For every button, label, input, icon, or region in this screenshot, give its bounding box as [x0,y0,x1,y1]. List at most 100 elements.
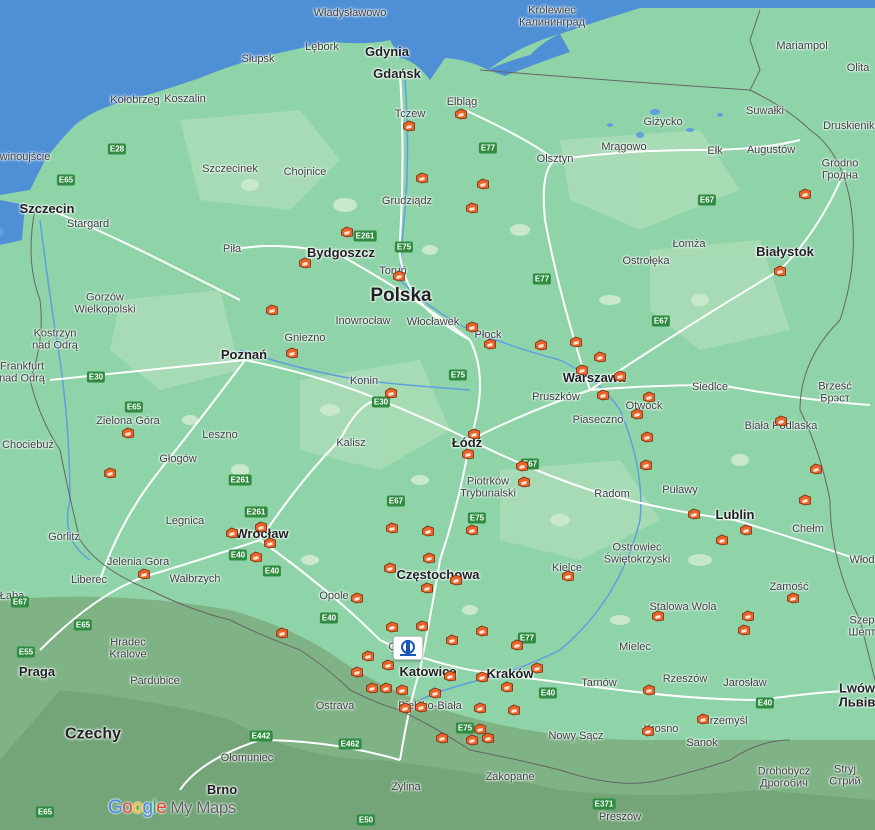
location-marker[interactable] [810,463,823,475]
location-marker[interactable] [576,364,589,376]
location-marker[interactable] [477,178,490,190]
location-marker[interactable] [429,687,442,699]
location-marker[interactable] [643,684,656,696]
location-marker[interactable] [385,387,398,399]
location-marker[interactable] [299,257,312,269]
city-label: Gdynia [364,44,410,60]
location-marker[interactable] [362,650,375,662]
city-label: Włocławek [406,316,460,329]
location-marker-special[interactable] [393,636,423,660]
location-marker[interactable] [643,391,656,403]
location-marker[interactable] [462,448,475,460]
location-marker[interactable] [688,508,701,520]
location-marker[interactable] [738,624,751,636]
location-marker[interactable] [642,725,655,737]
city-label: Stargard [66,218,110,231]
city-label: Ostrowiec Świętokrzyski [603,541,671,565]
location-marker[interactable] [446,634,459,646]
location-marker[interactable] [535,339,548,351]
location-marker[interactable] [476,625,489,637]
location-marker[interactable] [614,370,627,382]
location-marker[interactable] [597,389,610,401]
location-marker[interactable] [740,524,753,536]
location-marker[interactable] [450,574,463,586]
location-marker[interactable] [436,732,449,744]
road-shield: E77 [532,273,552,285]
location-marker[interactable] [516,460,529,472]
map-canvas[interactable]: Władysławowo Gdynia Gdańsk Lębork Słupsk Koło… [0,0,875,830]
location-marker[interactable] [501,681,514,693]
location-marker[interactable] [399,702,412,714]
location-marker[interactable] [444,670,457,682]
city-label: Kalisz [336,437,366,450]
city-label: Gniezno [284,332,326,345]
location-marker[interactable] [474,702,487,714]
location-marker[interactable] [266,304,279,316]
location-marker[interactable] [226,527,239,539]
location-marker[interactable] [570,336,583,348]
location-marker[interactable] [775,415,788,427]
factory-icon [643,391,655,403]
location-marker[interactable] [415,701,428,713]
location-marker[interactable] [286,347,299,359]
location-marker[interactable] [104,467,117,479]
location-marker[interactable] [787,592,800,604]
location-marker[interactable] [455,108,468,120]
location-marker[interactable] [508,704,521,716]
location-marker[interactable] [138,568,151,580]
location-marker[interactable] [468,428,481,440]
location-marker[interactable] [697,713,710,725]
road-shield: E67 [386,495,406,507]
location-marker[interactable] [774,265,787,277]
location-marker[interactable] [466,202,479,214]
location-marker[interactable] [393,270,406,282]
location-marker[interactable] [423,552,436,564]
location-marker[interactable] [421,582,434,594]
location-marker[interactable] [562,570,575,582]
location-marker[interactable] [384,562,397,574]
location-marker[interactable] [276,627,289,639]
location-marker[interactable] [416,620,429,632]
location-marker[interactable] [386,522,399,534]
location-marker[interactable] [531,662,544,674]
location-marker[interactable] [382,659,395,671]
location-marker[interactable] [652,610,665,622]
location-marker[interactable] [341,226,354,238]
road-shield: E65 [124,401,144,413]
location-marker[interactable] [466,734,479,746]
location-marker[interactable] [799,188,812,200]
location-marker[interactable] [416,172,429,184]
location-marker[interactable] [403,120,416,132]
location-marker[interactable] [518,476,531,488]
factory-icon [641,431,653,443]
city-label: Gorzów Wielkopolski [74,291,136,315]
location-marker[interactable] [641,431,654,443]
location-marker[interactable] [386,621,399,633]
location-marker[interactable] [366,682,379,694]
location-marker[interactable] [484,338,497,350]
factory-icon [474,702,486,714]
location-marker[interactable] [122,427,135,439]
location-marker[interactable] [422,525,435,537]
location-marker[interactable] [742,610,755,622]
location-marker[interactable] [396,684,409,696]
location-marker[interactable] [511,639,524,651]
factory-icon [688,508,700,520]
location-marker[interactable] [594,351,607,363]
location-marker[interactable] [380,682,393,694]
location-marker[interactable] [631,408,644,420]
location-marker[interactable] [250,551,263,563]
location-marker[interactable] [255,521,268,533]
location-marker[interactable] [476,671,489,683]
location-marker[interactable] [482,732,495,744]
location-marker[interactable] [466,524,479,536]
location-marker[interactable] [466,321,479,333]
location-marker[interactable] [716,534,729,546]
location-marker[interactable] [264,537,277,549]
location-marker[interactable] [640,459,653,471]
city-label: Ostrołęka [622,255,670,268]
location-marker[interactable] [799,494,812,506]
factory-icon [422,525,434,537]
location-marker[interactable] [351,592,364,604]
location-marker[interactable] [351,666,364,678]
